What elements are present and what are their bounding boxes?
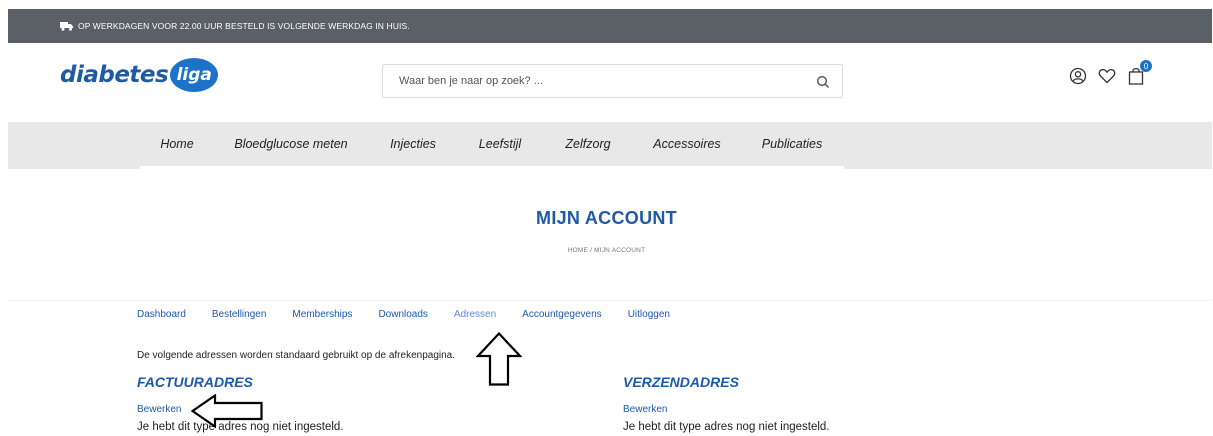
- announcement-text: OP WERKDAGEN VOOR 22.00 UUR BESTELD IS V…: [78, 21, 410, 31]
- site-logo[interactable]: diabetes liga: [60, 55, 219, 95]
- account-nav-adressen[interactable]: Adressen: [454, 309, 496, 320]
- truck-icon: [60, 21, 74, 31]
- nav-item-home[interactable]: Home: [140, 122, 214, 169]
- wishlist-heart-icon[interactable]: [1097, 66, 1117, 86]
- header-icons: 0: [1068, 60, 1152, 86]
- account-nav-uitloggen[interactable]: Uitloggen: [628, 309, 670, 320]
- logo-bubble: liga: [170, 58, 219, 92]
- announcement-bar: OP WERKDAGEN VOOR 22.00 UUR BESTELD IS V…: [8, 9, 1212, 43]
- account-navigation: Dashboard Bestellingen Memberships Downl…: [137, 309, 696, 320]
- account-nav-dashboard[interactable]: Dashboard: [137, 309, 186, 320]
- shipping-empty-text: Je hebt dit type adres nog niet ingestel…: [623, 421, 830, 433]
- account-nav-accountgegevens[interactable]: Accountgegevens: [522, 309, 602, 320]
- cart-count-badge: 0: [1140, 60, 1152, 72]
- account-icon[interactable]: [1068, 66, 1088, 86]
- breadcrumb[interactable]: HOME / MIJN ACCOUNT: [0, 247, 1213, 254]
- nav-item-leefstijl[interactable]: Leefstijl: [458, 122, 542, 169]
- up-arrow-annotation-icon: [476, 332, 522, 386]
- nav-item-bloedglucose-meten[interactable]: Bloedglucose meten: [214, 122, 368, 169]
- main-navigation: Home Bloedglucose meten Injecties Leefst…: [8, 122, 1212, 169]
- account-nav-memberships[interactable]: Memberships: [292, 309, 352, 320]
- nav-item-accessoires[interactable]: Accessoires: [634, 122, 740, 169]
- account-nav-bestellingen[interactable]: Bestellingen: [212, 309, 266, 320]
- search-bar: [382, 64, 843, 98]
- shipping-address-title: VERZENDADRES: [623, 374, 739, 390]
- billing-address-title: FACTUURADRES: [137, 374, 253, 390]
- nav-item-zelfzorg[interactable]: Zelfzorg: [542, 122, 634, 169]
- page-title: MIJN ACCOUNT: [536, 208, 677, 228]
- shipping-edit-link[interactable]: Bewerken: [623, 404, 667, 415]
- cart-bag-icon[interactable]: 0: [1126, 60, 1152, 86]
- nav-item-injecties[interactable]: Injecties: [368, 122, 458, 169]
- nav-item-publicaties[interactable]: Publicaties: [740, 122, 844, 169]
- search-input[interactable]: [399, 75, 799, 87]
- search-icon[interactable]: [816, 75, 830, 89]
- billing-edit-link[interactable]: Bewerken: [137, 404, 181, 415]
- account-nav-downloads[interactable]: Downloads: [378, 309, 427, 320]
- logo-word: diabetes: [60, 62, 169, 88]
- addresses-intro-text: De volgende adressen worden standaard ge…: [137, 350, 455, 361]
- left-arrow-annotation-icon: [191, 394, 263, 428]
- section-divider: [8, 300, 1212, 301]
